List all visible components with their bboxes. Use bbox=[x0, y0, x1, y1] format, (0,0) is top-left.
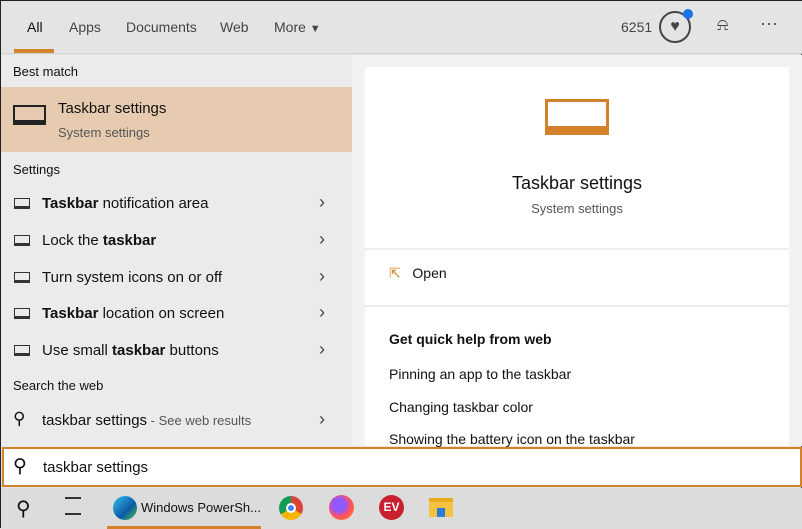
web-search-item[interactable]: ⚲ taskbar settings - See web results › bbox=[1, 403, 352, 439]
more-options-icon[interactable]: ··· bbox=[760, 13, 778, 34]
best-match-item[interactable]: Taskbar settings System settings bbox=[1, 87, 352, 152]
tab-more-label: More bbox=[274, 19, 306, 35]
help-link[interactable]: Changing taskbar color bbox=[389, 399, 533, 415]
chevron-right-icon: › bbox=[319, 409, 325, 429]
item-label: Use small taskbar buttons bbox=[42, 342, 219, 359]
tab-documents[interactable]: Documents bbox=[126, 19, 197, 35]
item-label: Lock the taskbar bbox=[42, 232, 157, 249]
tab-bar: All Apps Documents Web More ▼ 6251 ♥ ⍾ ·… bbox=[1, 1, 802, 54]
item-label: Taskbar location on screen bbox=[42, 305, 225, 322]
help-link[interactable]: Showing the battery icon on the taskbar bbox=[389, 431, 635, 447]
help-link[interactable]: Pinning an app to the taskbar bbox=[389, 366, 571, 382]
taskbar-icon bbox=[14, 345, 30, 356]
search-icon: ⚲ bbox=[13, 409, 26, 428]
taskbar-icon bbox=[14, 308, 30, 319]
taskbar-large-icon bbox=[545, 99, 609, 135]
best-match-heading: Best match bbox=[13, 64, 79, 79]
open-icon: ⇱ bbox=[389, 265, 401, 281]
taskbar: ⚲ Windows PowerSh... EV bbox=[1, 488, 802, 529]
chevron-right-icon: › bbox=[319, 266, 325, 286]
search-input[interactable]: taskbar settings bbox=[43, 459, 148, 476]
preview-pane: Taskbar settings System settings ⇱ Open … bbox=[352, 55, 802, 447]
item-label: Taskbar notification area bbox=[42, 195, 209, 212]
chevron-right-icon: › bbox=[319, 192, 325, 212]
preview-title: Taskbar settings bbox=[511, 173, 643, 193]
rewards-points: 6251 bbox=[621, 19, 653, 35]
settings-heading: Settings bbox=[13, 162, 60, 177]
settings-item[interactable]: Taskbar location on screen › bbox=[1, 296, 352, 332]
preview-card: Taskbar settings System settings ⇱ Open … bbox=[365, 67, 789, 447]
search-icon: ⚲ bbox=[13, 456, 27, 477]
tab-apps[interactable]: Apps bbox=[69, 19, 101, 35]
settings-item[interactable]: Taskbar notification area › bbox=[1, 186, 352, 222]
taskbar-icon bbox=[14, 198, 30, 209]
search-icon[interactable]: ⚲ bbox=[16, 496, 31, 521]
quick-help-heading: Get quick help from web bbox=[389, 331, 552, 347]
tab-all[interactable]: All bbox=[27, 19, 43, 35]
chevron-right-icon: › bbox=[319, 339, 325, 359]
active-tab-indicator bbox=[14, 49, 54, 53]
notification-dot bbox=[683, 9, 693, 19]
chrome-icon[interactable] bbox=[279, 496, 303, 520]
taskbar-icon bbox=[14, 272, 30, 283]
item-label: taskbar settings - See web results bbox=[42, 412, 252, 429]
chevron-right-icon: › bbox=[319, 302, 325, 322]
preview-subtitle: System settings bbox=[531, 201, 623, 216]
taskbar-app-label: Windows PowerSh... bbox=[141, 500, 261, 515]
settings-item[interactable]: Lock the taskbar › bbox=[1, 223, 352, 259]
open-action[interactable]: ⇱ Open bbox=[389, 265, 447, 282]
rewards-heart-icon[interactable]: ♥ bbox=[659, 9, 693, 43]
taskbar-icon bbox=[14, 235, 30, 246]
best-match-title: Taskbar settings bbox=[58, 100, 167, 117]
best-match-subtitle: System settings bbox=[58, 125, 150, 140]
feedback-icon[interactable]: ⍾ bbox=[717, 15, 728, 35]
taskbar-icon bbox=[13, 105, 46, 125]
task-view-icon[interactable] bbox=[65, 497, 81, 515]
open-label: Open bbox=[412, 265, 447, 281]
search-box[interactable]: ⚲ taskbar settings bbox=[2, 447, 802, 487]
tab-web[interactable]: Web bbox=[220, 19, 249, 35]
taskbar-app-powershell[interactable]: Windows PowerSh... bbox=[107, 488, 261, 529]
divider bbox=[365, 248, 789, 250]
settings-item[interactable]: Turn system icons on or off › bbox=[1, 260, 352, 296]
caret-down-icon: ▼ bbox=[309, 23, 321, 35]
expressvpn-icon[interactable]: EV bbox=[379, 495, 404, 520]
item-label: Turn system icons on or off bbox=[42, 269, 223, 286]
search-web-heading: Search the web bbox=[13, 378, 104, 393]
firefox-icon[interactable] bbox=[329, 495, 354, 520]
file-explorer-icon[interactable] bbox=[429, 498, 453, 517]
settings-item[interactable]: Use small taskbar buttons › bbox=[1, 333, 352, 369]
chevron-right-icon: › bbox=[319, 229, 325, 249]
divider bbox=[365, 305, 789, 307]
edge-icon bbox=[113, 496, 137, 520]
tab-more[interactable]: More ▼ bbox=[274, 19, 321, 35]
